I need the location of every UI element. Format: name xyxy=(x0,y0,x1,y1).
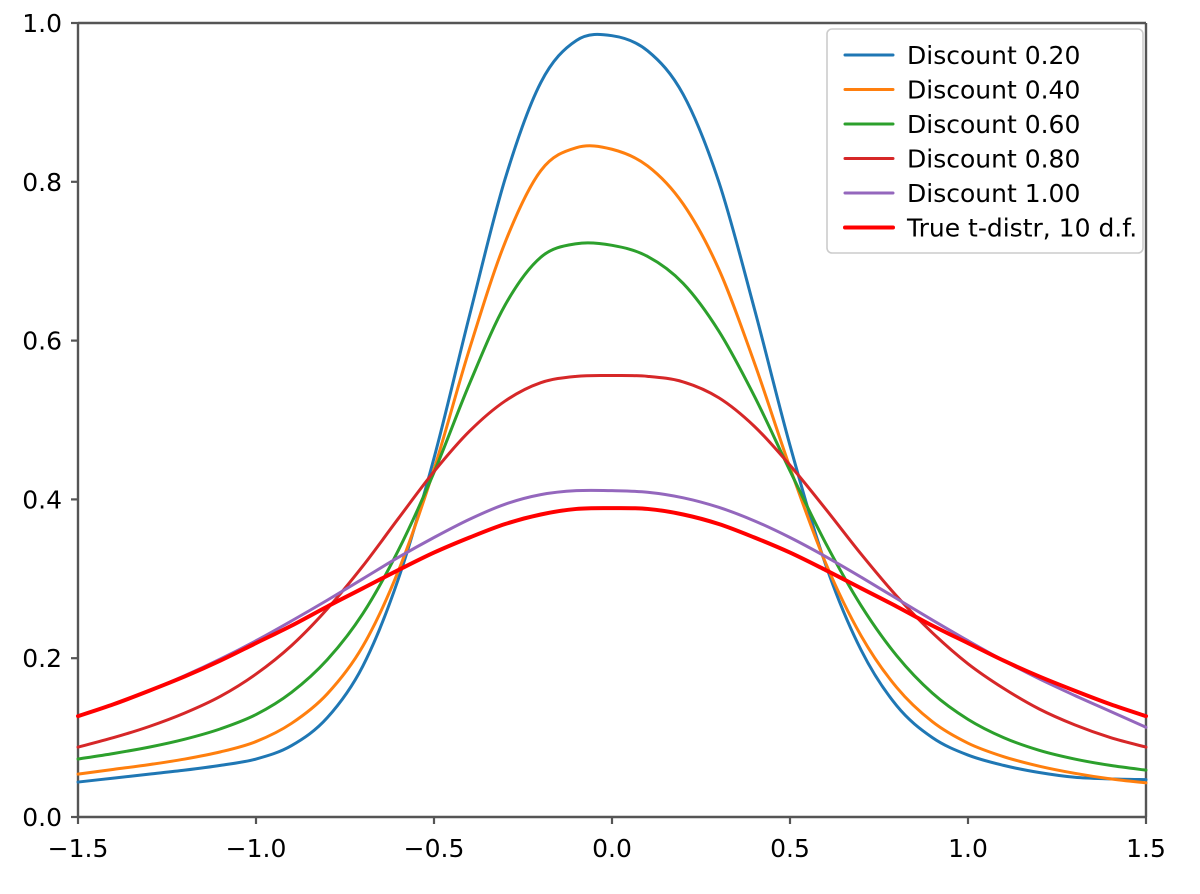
legend-entry-label: Discount 1.00 xyxy=(907,179,1080,208)
x-tick-label: 1.0 xyxy=(948,834,988,863)
x-tick-label: 0.5 xyxy=(770,834,810,863)
x-tick-label: 1.5 xyxy=(1126,834,1166,863)
y-tick-label: 0.2 xyxy=(22,644,62,673)
x-tick-label: −0.5 xyxy=(404,834,465,863)
legend-entry-label: Discount 0.60 xyxy=(907,110,1080,139)
x-tick-label: −1.0 xyxy=(226,834,287,863)
series-line-4 xyxy=(76,488,1148,729)
matplotlib-figure: −1.5 −1.0 −0.5 0.0 0.5 1.0 1.5 0.0 0.2 0.4 0.6 0.8… xyxy=(0,0,1200,894)
y-axis-ticks: 0.0 0.2 0.4 0.6 0.8 1.0 xyxy=(22,9,78,832)
y-tick-label: 0.8 xyxy=(22,168,62,197)
legend-entry-label: True t-distr, 10 d.f. xyxy=(906,214,1137,243)
series-line-3 xyxy=(76,373,1148,749)
legend-entry-label: Discount 0.20 xyxy=(907,41,1080,70)
legend-entry-label: Discount 0.80 xyxy=(907,145,1080,174)
y-tick-label: 0.6 xyxy=(22,327,62,356)
legend-entry-label: Discount 0.40 xyxy=(907,76,1080,105)
y-tick-label: 0.4 xyxy=(22,485,62,514)
y-tick-label: 1.0 xyxy=(22,9,62,38)
x-tick-label: 0.0 xyxy=(592,834,632,863)
x-tick-label: −1.5 xyxy=(48,834,109,863)
legend: Discount 0.20 Discount 0.40 Discount 0.60 D… xyxy=(826,28,1144,254)
x-axis-ticks: −1.5 −1.0 −0.5 0.0 0.5 1.0 1.5 xyxy=(48,817,1166,863)
plot-canvas: −1.5 −1.0 −0.5 0.0 0.5 1.0 1.5 0.0 0.2 0.4 0.6 0.8… xyxy=(22,9,1166,863)
y-tick-label: 0.0 xyxy=(22,803,62,832)
